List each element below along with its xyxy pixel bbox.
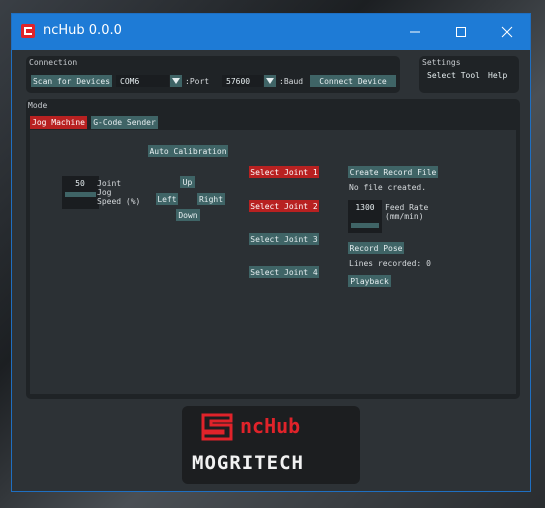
mogritech-logo: ncHub MOGRITECH <box>182 406 360 484</box>
close-button[interactable] <box>484 14 530 50</box>
tab-gcode-sender[interactable]: G-Code Sender <box>91 116 158 129</box>
port-label: :Port <box>185 77 210 86</box>
baud-dropdown-button[interactable] <box>264 75 276 87</box>
joint-speed-slider[interactable] <box>65 192 96 197</box>
jog-left-button[interactable]: Left <box>156 193 178 205</box>
select-joint-1-button[interactable]: Select Joint 1 <box>249 166 319 178</box>
joint-speed-value: 50 <box>75 179 85 188</box>
nchub-logo-icon <box>201 413 233 441</box>
chevron-down-icon <box>266 78 274 84</box>
title-bar[interactable]: ncHub 0.0.0 <box>12 14 530 50</box>
close-icon <box>501 26 513 38</box>
chevron-down-icon <box>172 78 180 84</box>
jog-right-button[interactable]: Right <box>197 193 225 205</box>
connect-device-button[interactable]: Connect Device <box>310 75 396 87</box>
baud-label: :Baud <box>279 77 304 86</box>
feed-rate-value: 1300 <box>355 203 375 212</box>
mode-label: Mode <box>28 101 48 110</box>
select-tool-menu[interactable]: Select Tool <box>427 71 480 80</box>
select-joint-2-button[interactable]: Select Joint 2 <box>249 200 319 212</box>
feed-rate-label-1: Feed Rate <box>385 203 429 212</box>
logo-company-text: MOGRITECH <box>192 452 304 474</box>
maximize-button[interactable] <box>438 14 484 50</box>
tab-jog-machine[interactable]: Jog Machine <box>30 116 87 129</box>
minimize-icon <box>410 31 420 33</box>
port-field[interactable]: COM6 <box>116 75 169 87</box>
lines-recorded-text: Lines recorded: 0 <box>349 259 431 268</box>
select-joint-4-button[interactable]: Select Joint 4 <box>249 266 319 278</box>
joint-speed-label-3: Speed (%) <box>97 197 141 206</box>
jog-down-button[interactable]: Down <box>176 209 200 221</box>
window-title: ncHub 0.0.0 <box>43 23 122 38</box>
settings-panel: Settings Select Tool Help <box>419 56 519 93</box>
connection-panel: Connection Scan for Devices COM6 :Port 5… <box>26 56 400 93</box>
help-menu[interactable]: Help <box>488 71 507 80</box>
feed-rate-slider[interactable] <box>351 223 379 228</box>
joint-speed-label-1: Joint <box>97 179 122 188</box>
port-dropdown-button[interactable] <box>170 75 182 87</box>
record-pose-button[interactable]: Record Pose <box>348 242 404 254</box>
settings-label: Settings <box>422 58 461 67</box>
select-joint-3-button[interactable]: Select Joint 3 <box>249 233 319 245</box>
mode-panel: Mode Jog Machine G-Code Sender Auto Cali… <box>26 99 520 399</box>
logo-brand-text: ncHub <box>240 414 301 438</box>
app-logo-icon <box>20 23 36 43</box>
auto-calibration-button[interactable]: Auto Calibration <box>148 145 228 157</box>
jog-content: Auto Calibration 50 Joint Jog Speed (%) … <box>30 130 516 394</box>
maximize-icon <box>456 27 466 37</box>
joint-speed-label-2: Jog <box>97 188 112 197</box>
feed-rate-control[interactable]: 1300 <box>348 200 382 233</box>
baud-field[interactable]: 57600 <box>222 75 263 87</box>
jog-up-button[interactable]: Up <box>180 176 195 188</box>
scan-devices-button[interactable]: Scan for Devices <box>31 75 112 87</box>
app-window: ncHub 0.0.0 Connection Scan for Devices … <box>11 13 531 492</box>
create-record-file-button[interactable]: Create Record File <box>348 166 438 178</box>
connection-label: Connection <box>29 58 78 67</box>
playback-button[interactable]: Playback <box>348 275 391 287</box>
feed-rate-label-2: (mm/min) <box>385 212 424 221</box>
file-status-text: No file created. <box>349 183 427 192</box>
joint-speed-control[interactable]: 50 <box>62 176 99 209</box>
minimize-button[interactable] <box>392 14 438 50</box>
